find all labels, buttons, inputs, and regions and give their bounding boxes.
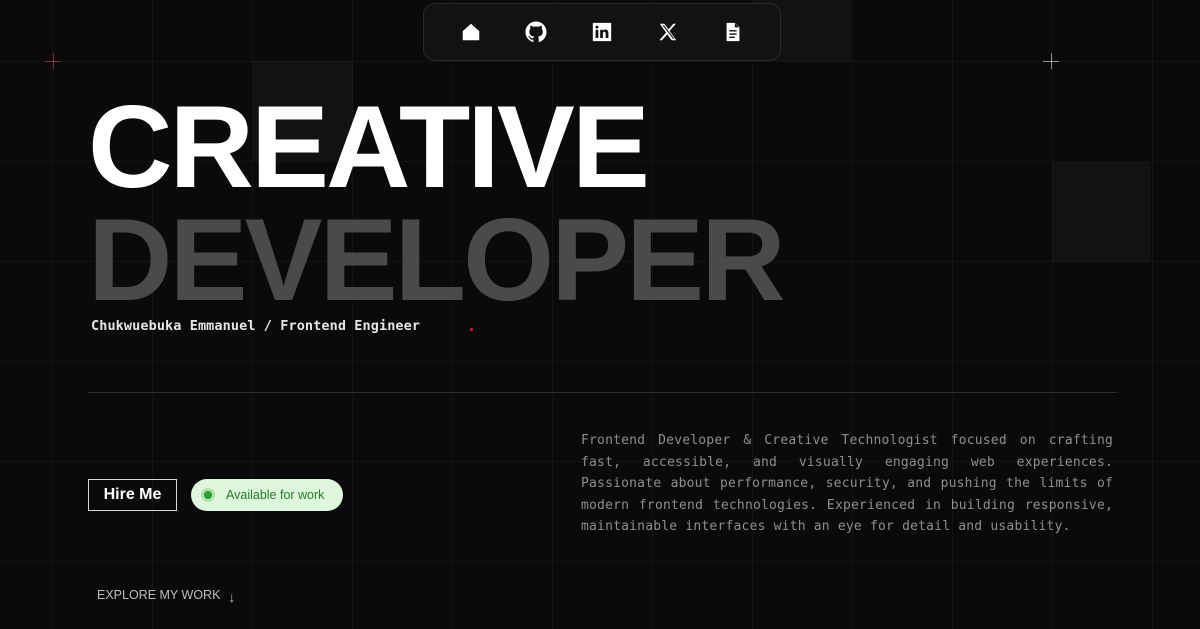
name-subtitle: Chukwuebuka Emmanuel / Frontend Engineer [91, 318, 421, 334]
nav-linkedin-button[interactable] [582, 12, 622, 52]
resume-icon [726, 22, 740, 42]
sparkle-decoration [45, 53, 61, 69]
nav-x-button[interactable] [648, 12, 688, 52]
availability-badge: Available for work [191, 479, 343, 511]
top-navbar [423, 3, 781, 61]
headline-line-1: CREATIVE [88, 81, 650, 212]
nav-home-button[interactable] [451, 12, 491, 52]
availability-label: Available for work [226, 488, 325, 502]
background-tile [1052, 162, 1151, 262]
github-icon [525, 21, 547, 43]
linkedin-icon [592, 22, 612, 42]
x-icon [658, 23, 676, 41]
explore-my-work-link[interactable]: EXPLORE MY WORK ↓ [97, 585, 235, 605]
hire-me-button[interactable]: Hire Me [88, 479, 177, 511]
headline-line-2: DEVELOPER [88, 194, 786, 325]
explore-label: EXPLORE MY WORK [97, 588, 221, 602]
bio-paragraph: Frontend Developer & Creative Technologi… [581, 433, 1113, 535]
status-dot-icon [204, 491, 212, 499]
sparkle-decoration [1043, 53, 1059, 69]
accent-dot [470, 328, 473, 331]
section-divider [88, 392, 1117, 393]
home-icon [462, 23, 480, 41]
nav-github-button[interactable] [516, 12, 556, 52]
nav-resume-button[interactable] [713, 12, 753, 52]
arrow-down-icon: ↓ [228, 589, 236, 605]
